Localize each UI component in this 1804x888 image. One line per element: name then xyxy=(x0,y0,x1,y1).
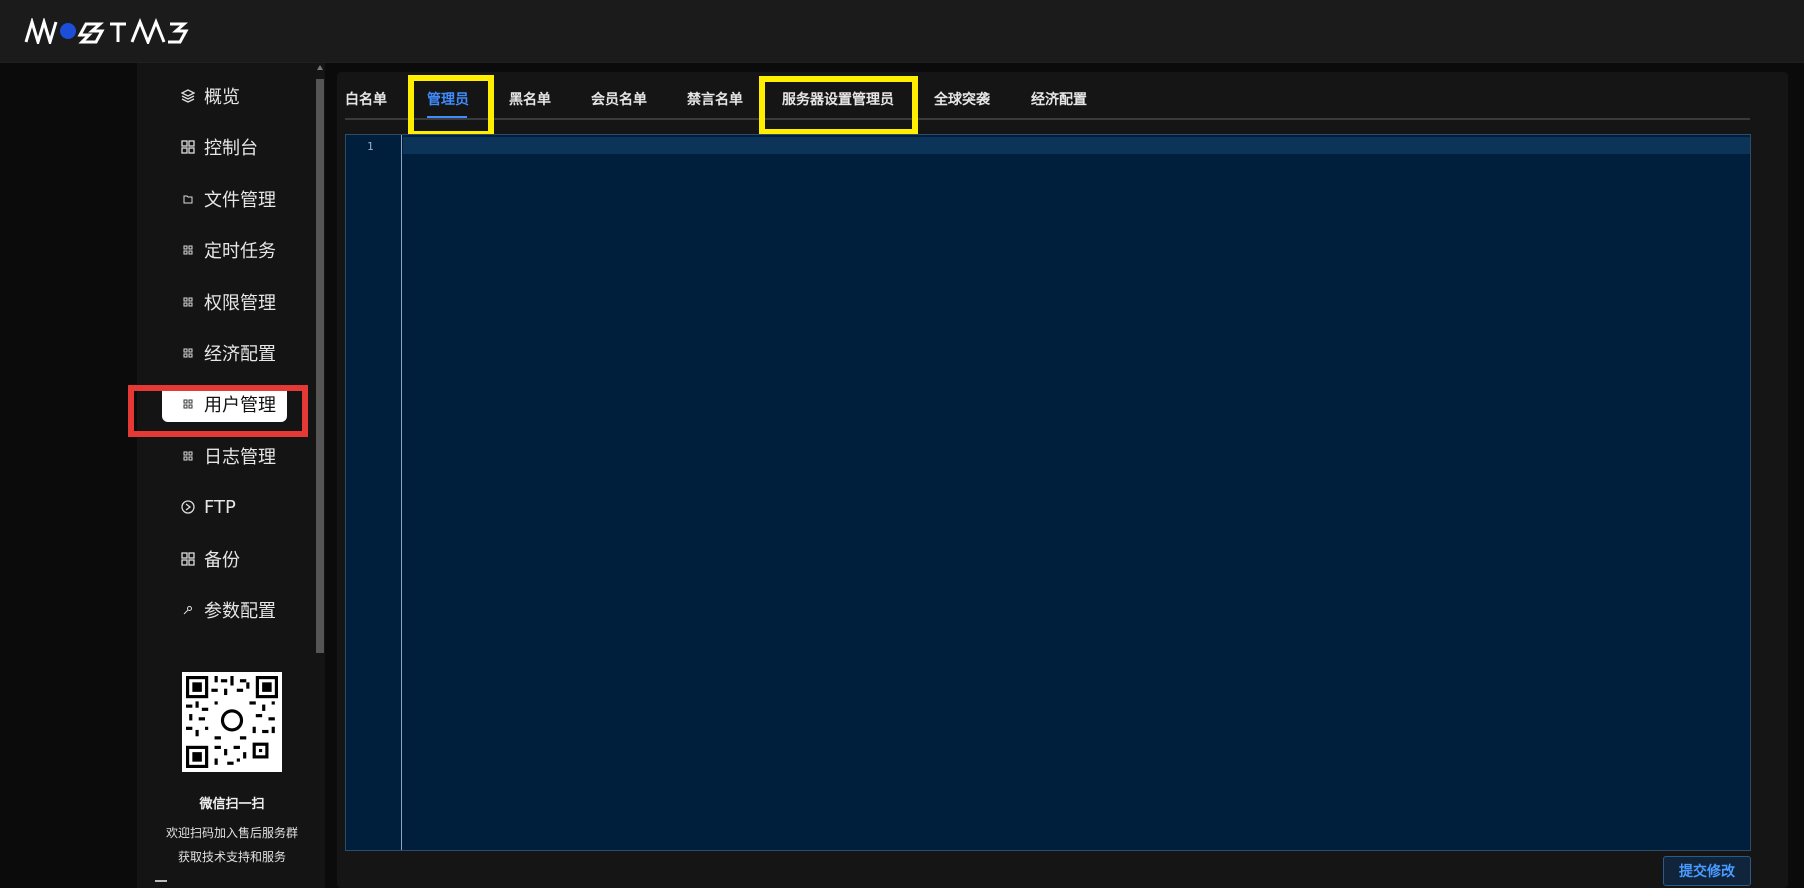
ftp-icon xyxy=(180,499,196,515)
sidebar-item-permissions[interactable]: 权限管理 xyxy=(162,284,288,320)
sidebar-item-label: 概览 xyxy=(204,87,240,108)
folder-icon xyxy=(180,191,196,207)
tab-muted[interactable]: 禁言名单 xyxy=(687,80,743,120)
key-icon xyxy=(180,602,196,618)
qr-code-image xyxy=(186,676,278,768)
sidebar-item-users[interactable]: 用户管理 xyxy=(162,386,287,423)
sidebar-item-backup[interactable]: 备份 xyxy=(162,541,288,577)
scroll-thumb[interactable] xyxy=(316,79,324,653)
active-line-highlight[interactable] xyxy=(403,137,1750,154)
grid-icon xyxy=(180,396,196,412)
grid-icon xyxy=(180,551,196,567)
sidebar-item-console[interactable]: 控制台 xyxy=(162,129,288,165)
qr-title: 微信扫一扫 xyxy=(199,797,265,812)
sidebar-scrollbar[interactable] xyxy=(312,63,324,653)
grid-icon xyxy=(180,345,196,361)
sidebar-item-scheduled-tasks[interactable]: 定时任务 xyxy=(162,232,288,268)
layers-icon xyxy=(180,88,196,104)
sidebar-item-label: 用户管理 xyxy=(204,395,276,417)
app-logo[interactable] xyxy=(24,16,194,46)
code-editor[interactable]: 1 xyxy=(345,134,1751,851)
sidebar-item-overview[interactable]: 概览 xyxy=(162,78,288,114)
sidebar-item-label: 控制台 xyxy=(204,138,258,160)
top-bar xyxy=(0,0,1804,63)
grid-icon xyxy=(180,294,196,310)
active-tab-indicator xyxy=(427,116,467,118)
sidebar-item-label: 日志管理 xyxy=(204,446,276,468)
editor-gutter: 1 xyxy=(346,135,402,850)
sidebar-item-label: 备份 xyxy=(204,549,240,571)
collapse-icon[interactable] xyxy=(155,880,167,886)
wechat-qr-code xyxy=(182,672,282,772)
sidebar-item-label: 定时任务 xyxy=(204,241,276,263)
tab-whitelist[interactable]: 白名单 xyxy=(345,80,387,120)
logo-mark xyxy=(24,18,189,44)
sidebar-item-params[interactable]: 参数配置 xyxy=(162,592,288,628)
sidebar-item-economy[interactable]: 经济配置 xyxy=(162,335,288,371)
scroll-up-icon[interactable] xyxy=(317,65,323,70)
tab-global-raid[interactable]: 全球突袭 xyxy=(934,80,990,120)
grid-icon xyxy=(180,242,196,258)
sidebar-item-files[interactable]: 文件管理 xyxy=(162,181,288,217)
qr-description-line-2: 获取技术支持和服务 xyxy=(177,850,286,864)
tab-blacklist[interactable]: 黑名单 xyxy=(509,80,551,120)
sidebar-item-label: 经济配置 xyxy=(204,343,276,365)
submit-changes-button[interactable]: 提交修改 xyxy=(1663,856,1751,886)
tab-bar: 白名单 管理员 黑名单 会员名单 禁言名单 服务器设置管理员 全球突袭 经济配置 xyxy=(345,80,1750,120)
sidebar-item-label: 参数配置 xyxy=(204,600,276,622)
qr-description-line-1: 欢迎扫码加入售后服务群 xyxy=(165,826,298,840)
grid-icon xyxy=(180,139,196,155)
tab-server-settings-admins[interactable]: 服务器设置管理员 xyxy=(782,80,894,120)
tab-admins[interactable]: 管理员 xyxy=(427,80,469,120)
sidebar-item-label: 文件管理 xyxy=(204,189,276,211)
sidebar-menu: 概览 控制台 文件管理 定时任务 权限管理 经济配置 用户管理 日志管理 FTP… xyxy=(162,78,288,643)
sidebar-item-logs[interactable]: 日志管理 xyxy=(162,438,288,474)
line-number: 1 xyxy=(367,140,374,153)
sidebar-item-label: 权限管理 xyxy=(204,292,276,314)
grid-icon xyxy=(180,448,196,464)
tab-economy-config[interactable]: 经济配置 xyxy=(1031,80,1087,120)
sidebar-item-label: FTP xyxy=(204,496,236,518)
sidebar-item-ftp[interactable]: FTP xyxy=(162,489,288,525)
tab-members[interactable]: 会员名单 xyxy=(591,80,647,120)
